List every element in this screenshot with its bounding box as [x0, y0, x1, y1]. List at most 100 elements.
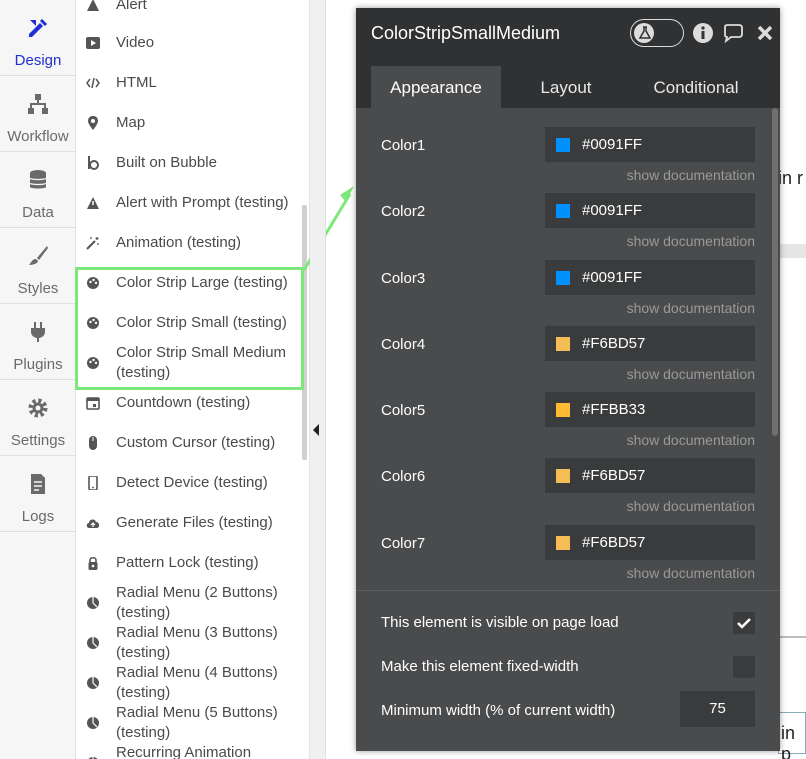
- color5-swatch[interactable]: [556, 403, 570, 417]
- canvas-input-fragment: in p: [778, 712, 806, 759]
- color1-value: #0091FF: [582, 136, 643, 153]
- test-mode-toggle[interactable]: [630, 19, 684, 47]
- pie-icon: [87, 677, 99, 689]
- color1-field[interactable]: #0091FF: [545, 127, 755, 162]
- color7-swatch[interactable]: [556, 536, 570, 550]
- color3-doc-link[interactable]: show documentation: [627, 300, 755, 316]
- left-navigation: Design Workflow Data Styles Plugins Sett…: [0, 0, 76, 759]
- color4-doc-link[interactable]: show documentation: [627, 366, 755, 382]
- nav-workflow[interactable]: Workflow: [0, 76, 76, 152]
- color3-field[interactable]: #0091FF: [545, 260, 755, 295]
- color3-label: Color3: [381, 270, 426, 287]
- color2-doc-link[interactable]: show documentation: [627, 233, 755, 249]
- pie-icon: [87, 717, 99, 729]
- color1-label: Color1: [381, 137, 426, 154]
- color2-swatch[interactable]: [556, 204, 570, 218]
- color5-value: #FFBB33: [582, 401, 646, 418]
- cloud-upload-icon: [86, 519, 100, 528]
- fixed-width-label: Make this element fixed-width: [381, 658, 579, 675]
- color7-label: Color7: [381, 535, 426, 552]
- color7-value: #F6BD57: [582, 534, 646, 551]
- panel-tabs: Appearance Layout Conditional: [356, 58, 780, 108]
- canvas-divider: [778, 636, 806, 638]
- alert-icon: [87, 0, 99, 11]
- color-strip-highlight-box: [75, 267, 304, 390]
- nav-label: Styles: [17, 280, 59, 297]
- color2-label: Color2: [381, 203, 426, 220]
- fixed-width-checkbox[interactable]: [733, 656, 755, 678]
- section-divider: [356, 590, 780, 591]
- min-width-label: Minimum width (% of current width): [381, 702, 616, 719]
- nav-data[interactable]: Data: [0, 152, 76, 228]
- palette-collapse-tab[interactable]: [310, 0, 326, 759]
- color3-swatch[interactable]: [556, 271, 570, 285]
- checkmark-icon: [737, 618, 751, 629]
- pie-icon: [87, 597, 99, 609]
- color3-value: #0091FF: [582, 269, 643, 286]
- color5-field[interactable]: #FFBB33: [545, 392, 755, 427]
- mobile-icon: [88, 476, 98, 490]
- nav-label: Logs: [21, 508, 55, 525]
- color4-label: Color4: [381, 336, 426, 353]
- nav-label: Data: [22, 204, 54, 221]
- tab-layout[interactable]: Layout: [501, 66, 631, 108]
- nav-plugins[interactable]: Plugins: [0, 304, 76, 380]
- pie-icon: [87, 637, 99, 649]
- nav-logs[interactable]: Logs: [0, 456, 76, 532]
- color5-label: Color5: [381, 402, 426, 419]
- color6-value: #F6BD57: [582, 467, 646, 484]
- visible-on-load-label: This element is visible on page load: [381, 614, 619, 631]
- color7-field[interactable]: #F6BD57: [545, 525, 755, 560]
- info-icon[interactable]: [692, 22, 714, 44]
- calendar-icon: [86, 397, 100, 410]
- code-icon: [86, 77, 100, 89]
- design-icon: [29, 18, 48, 37]
- panel-scrollbar[interactable]: [772, 108, 778, 436]
- nav-label: Workflow: [7, 128, 69, 145]
- canvas-strip: [778, 244, 806, 258]
- nav-styles[interactable]: Styles: [0, 228, 76, 304]
- visible-on-load-checkbox[interactable]: [733, 612, 755, 634]
- color6-swatch[interactable]: [556, 469, 570, 483]
- color2-field[interactable]: #0091FF: [545, 193, 755, 228]
- color4-field[interactable]: #F6BD57: [545, 326, 755, 361]
- gear-icon: [28, 398, 48, 418]
- nav-label: Plugins: [13, 356, 63, 373]
- mouse-icon: [89, 436, 97, 450]
- flask-icon: [638, 26, 652, 39]
- bubble-icon: [88, 156, 99, 170]
- panel-header: ColorStripSmallMedium: [356, 8, 780, 58]
- color4-swatch[interactable]: [556, 337, 570, 351]
- plug-icon: [31, 322, 45, 342]
- tab-appearance[interactable]: Appearance: [371, 66, 501, 108]
- document-icon: [31, 474, 45, 494]
- workflow-icon: [28, 94, 48, 114]
- wand-icon: [86, 237, 99, 250]
- lock-icon: [88, 556, 98, 570]
- min-width-input[interactable]: 75: [680, 691, 755, 727]
- color6-field[interactable]: #F6BD57: [545, 458, 755, 493]
- brush-icon: [29, 246, 48, 265]
- color1-doc-link[interactable]: show documentation: [627, 167, 755, 183]
- map-pin-icon: [88, 116, 98, 130]
- data-icon: [29, 170, 47, 189]
- comment-icon[interactable]: [722, 22, 744, 44]
- color6-label: Color6: [381, 468, 426, 485]
- collapse-arrow-icon[interactable]: [313, 424, 319, 436]
- color7-doc-link[interactable]: show documentation: [627, 565, 755, 581]
- nav-design[interactable]: Design: [0, 0, 76, 76]
- color1-swatch[interactable]: [556, 138, 570, 152]
- nav-settings[interactable]: Settings: [0, 380, 76, 456]
- nav-label: Design: [14, 52, 62, 69]
- color6-doc-link[interactable]: show documentation: [627, 498, 755, 514]
- tab-conditional[interactable]: Conditional: [631, 66, 761, 108]
- panel-title: ColorStripSmallMedium: [371, 23, 561, 43]
- color4-value: #F6BD57: [582, 335, 646, 352]
- close-icon[interactable]: [754, 22, 776, 44]
- warning-icon: [87, 197, 99, 209]
- color2-value: #0091FF: [582, 202, 643, 219]
- color5-doc-link[interactable]: show documentation: [627, 432, 755, 448]
- property-editor-panel: ColorStripSmallMedium Appearance Layout …: [356, 8, 780, 751]
- nav-label: Settings: [10, 432, 66, 449]
- video-icon: [86, 37, 100, 49]
